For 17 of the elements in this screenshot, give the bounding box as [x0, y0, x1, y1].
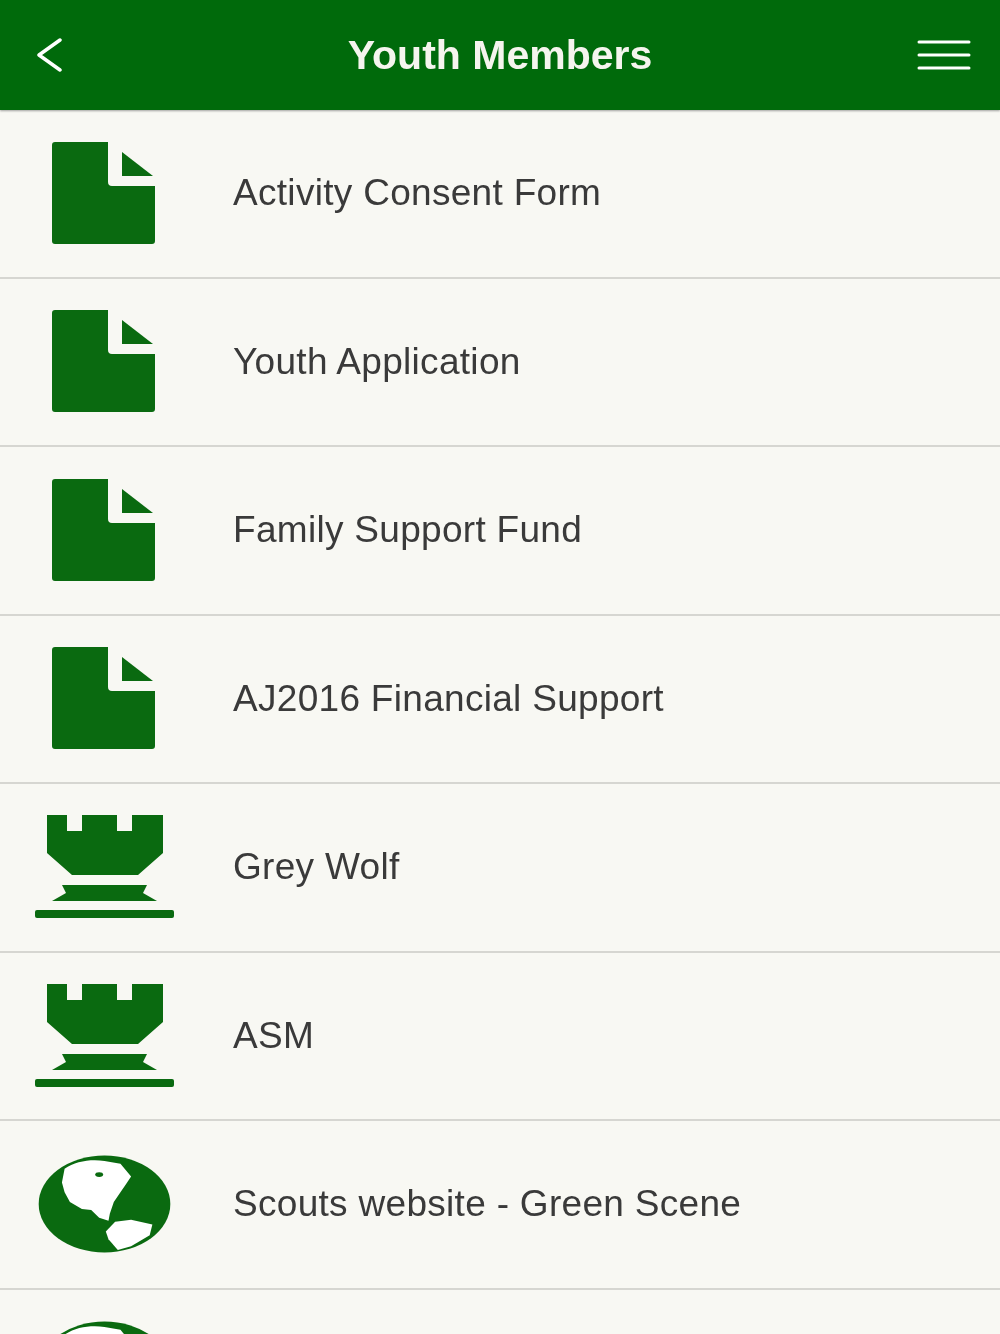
document-icon [51, 141, 157, 245]
list-item[interactable]: Activity Consent Form [0, 110, 1000, 279]
document-icon [51, 310, 157, 413]
list-item[interactable]: Grey Wolf [0, 784, 1000, 953]
menu-icon [917, 40, 971, 70]
screen-title: Youth Members [347, 31, 653, 79]
list-item[interactable]: AJ2016 Financial Support [0, 615, 1000, 784]
chevron-left-icon [35, 38, 63, 72]
document-icon [51, 647, 157, 750]
list-item[interactable]: Youth Application [0, 278, 1000, 447]
castle-icon [34, 983, 174, 1088]
globe-icon [37, 1155, 171, 1253]
list-item[interactable]: ASM [0, 952, 1000, 1121]
list-item[interactable]: Family Support Fund [0, 447, 1000, 616]
document-icon [51, 478, 157, 582]
castle-icon [34, 815, 174, 919]
list-item[interactable]: Scouts website - Green Scene [0, 1121, 1000, 1290]
